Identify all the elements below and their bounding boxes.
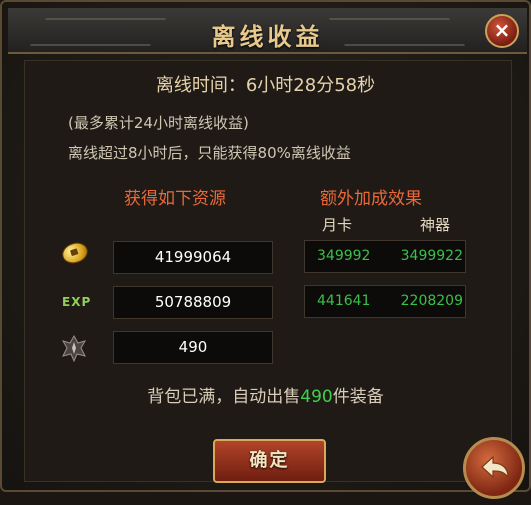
bag-sold-count: 490 [300,387,333,407]
bag-full-suffix: 件装备 [332,387,384,407]
equipment-value: 490 [113,331,273,364]
bag-full-prefix: 背包已满，自动出售 [147,387,301,407]
close-button[interactable]: × [485,14,519,48]
back-button[interactable] [463,437,525,499]
gold-value: 41999064 [113,241,273,274]
dialog-titlebar: 离线收益 × [8,8,527,54]
dialog-title: 离线收益 [211,23,324,51]
exp-bonus-box: 441641 2208209 [304,285,466,318]
rewards-header: 获得如下资源 [124,189,226,209]
offline-rule-note: 离线超过8小时后，只能获得80%离线收益 [68,144,351,162]
exp-bonus-artifact: 2208209 [400,293,463,309]
gold-bonus-month-card: 349992 [317,248,371,264]
offline-time-text: 离线时间：6小时28分58秒 [155,75,376,96]
back-arrow-icon [481,455,509,479]
bag-full-notice: 背包已满，自动出售490件装备 [2,382,529,407]
exp-icon: EXP [62,295,92,309]
gold-bonus-artifact: 3499922 [400,248,463,264]
exp-value: 50788809 [113,286,273,319]
confirm-button[interactable]: 确定 [213,439,326,483]
exp-bonus-month-card: 441641 [317,293,371,309]
bonus-col-artifact: 神器 [420,216,451,234]
max-accumulate-note: (最多累计24小时离线收益) [68,114,249,132]
offline-reward-dialog: 离线收益 × 离线时间：6小时28分58秒 (最多累计24小时离线收益) 离线超… [0,0,531,492]
equipment-icon [60,334,88,363]
gold-bonus-box: 349992 3499922 [304,240,466,273]
bonus-header: 额外加成效果 [320,189,422,209]
bonus-col-month-card: 月卡 [322,216,353,234]
